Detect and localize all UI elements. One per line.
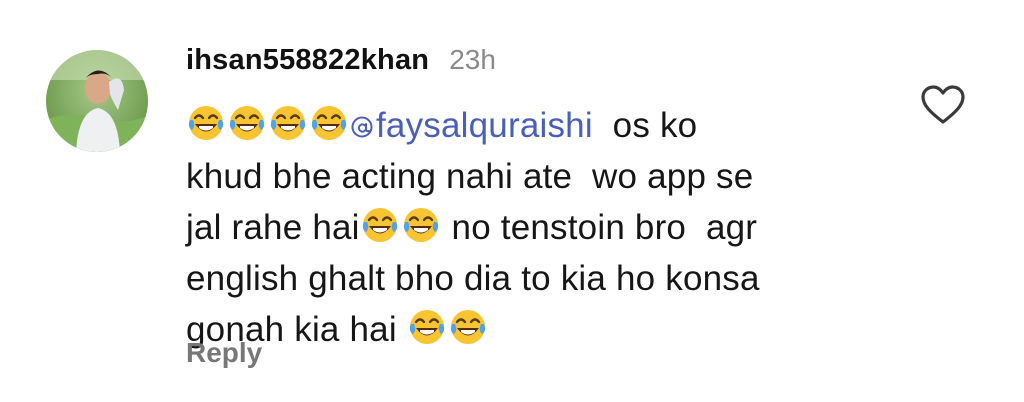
comment-header: ihsan558822khan 23h (186, 44, 496, 82)
comment-line-2: khud bhe acting nahi ate wo app se (186, 157, 754, 196)
face-with-tears-of-joy-icon (360, 205, 400, 245)
comment-text: faysalquraishi os ko khud bhe acting nah… (186, 100, 876, 355)
avatar-photo (46, 50, 148, 152)
threads-at-icon (350, 115, 374, 139)
face-with-tears-of-joy-icon (186, 103, 226, 143)
face-with-tears-of-joy-icon (401, 205, 441, 245)
comment-text-segment: no tenstoin bro agr (441, 208, 758, 247)
timestamp: 23h (449, 44, 496, 75)
mention-username: faysalquraishi (376, 106, 593, 145)
username-link[interactable]: ihsan558822khan (186, 44, 429, 77)
face-with-tears-of-joy-icon (407, 307, 447, 347)
avatar[interactable] (46, 50, 148, 152)
mention-link[interactable]: faysalquraishi (350, 106, 593, 145)
comment-item: ihsan558822khan 23h faysalquraishi os ko… (0, 0, 1024, 402)
comment-line-4: english ghalt bho dia to kia ho konsa (186, 259, 760, 298)
face-with-tears-of-joy-icon (227, 103, 267, 143)
comment-text-segment: os ko (592, 106, 698, 145)
comment-text-segment: jal rahe hai (186, 208, 360, 247)
comment-line-3: jal rahe hai no tenstoin bro agr (186, 202, 876, 253)
face-with-tears-of-joy-icon (268, 103, 308, 143)
comment-line-5: gonah kia hai (186, 304, 876, 355)
face-with-tears-of-joy-icon (448, 307, 488, 347)
heart-outline-icon (921, 85, 965, 124)
comment-line-1: faysalquraishi os ko (186, 100, 876, 151)
like-button[interactable] (920, 84, 966, 126)
face-with-tears-of-joy-icon (309, 103, 349, 143)
reply-button[interactable]: Reply (186, 337, 262, 369)
